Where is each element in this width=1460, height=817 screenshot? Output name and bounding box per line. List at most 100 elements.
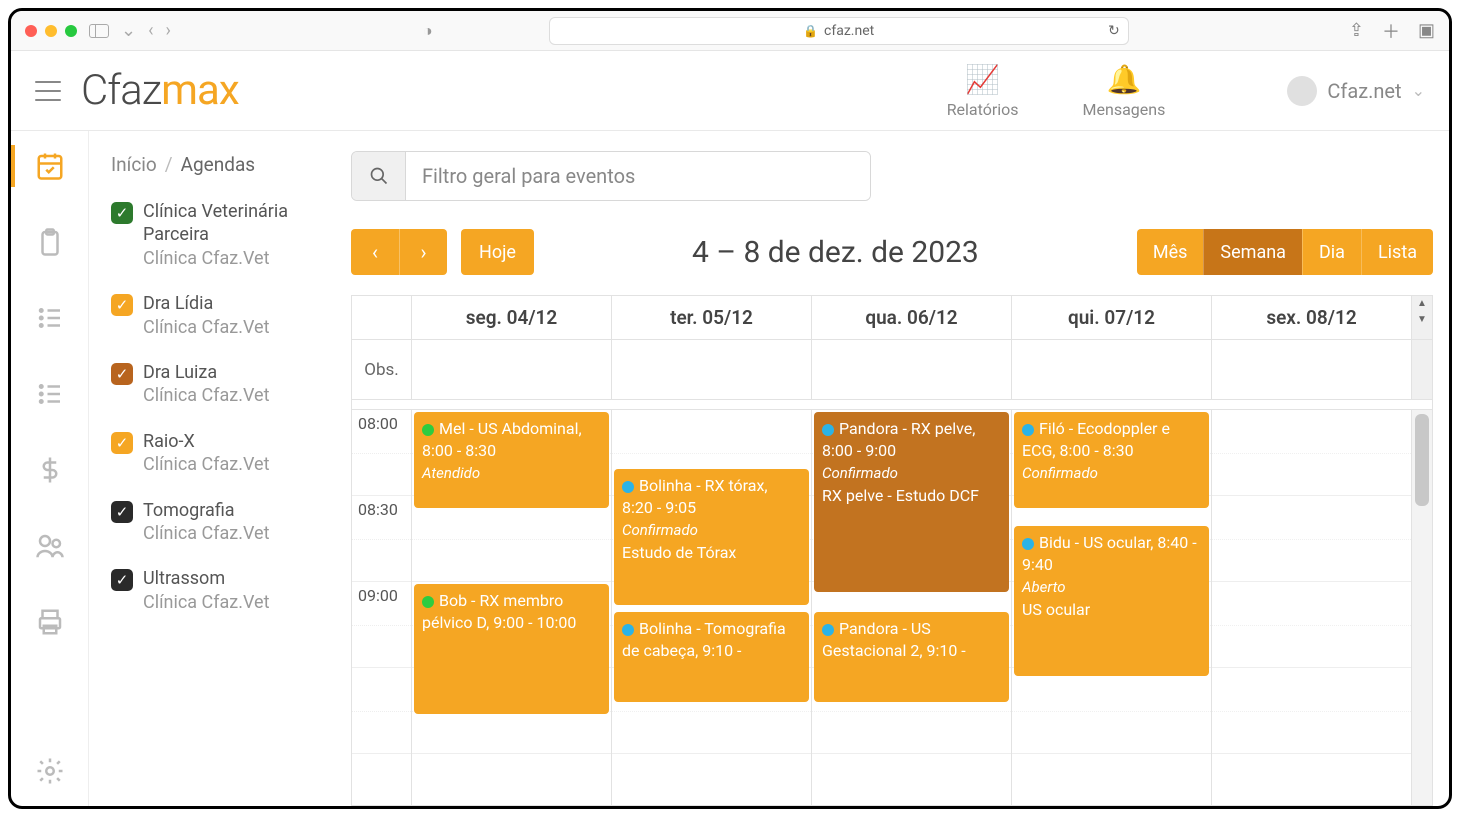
avatar (1287, 76, 1317, 106)
day-header: sex. 08/12 (1212, 296, 1412, 339)
scroll-up-icon[interactable]: ▲ (1412, 410, 1432, 412)
nav-forward-icon[interactable]: › (166, 20, 171, 41)
checkbox-icon[interactable]: ✓ (111, 363, 133, 385)
calendar-event[interactable]: Pandora - US Gestacional 2, 9:10 - (814, 612, 1009, 702)
view-list[interactable]: Lista (1361, 229, 1433, 275)
calendar-filter-item[interactable]: ✓ Dra Lídia Clínica Cfaz.Vet (111, 292, 311, 339)
rail-calendar[interactable] (33, 149, 67, 183)
rail-clipboard[interactable] (33, 225, 67, 259)
new-tab-icon[interactable]: ＋ (1382, 18, 1400, 44)
event-desc: RX pelve - Estudo DCF (822, 485, 1001, 507)
obs-cell[interactable] (1212, 340, 1412, 399)
calendar-name: Tomografia (143, 499, 270, 522)
obs-label: Obs. (352, 340, 412, 399)
header-messages[interactable]: 🔔 Mensagens (1083, 63, 1166, 119)
calendar-filter-item[interactable]: ✓ Clínica Veterinária Parceira Clínica C… (111, 200, 311, 270)
header-messages-label: Mensagens (1083, 100, 1166, 119)
time-label: 08:00 (352, 410, 411, 496)
obs-cell[interactable] (612, 340, 812, 399)
calendar-event[interactable]: Bolinha - Tomografia de cabeça, 9:10 - (614, 612, 809, 702)
checkbox-icon[interactable]: ✓ (111, 202, 133, 224)
event-title: Filó - Ecodoppler e ECG, 8:00 - 8:30 (1022, 419, 1170, 460)
sidebar-toggle-icon[interactable] (89, 24, 109, 38)
calendar-sub: Clínica Cfaz.Vet (143, 591, 270, 614)
calendar-filter-item[interactable]: ✓ Ultrassom Clínica Cfaz.Vet (111, 567, 311, 614)
event-desc: Estudo de Tórax (622, 542, 801, 564)
calendar-event[interactable]: Bolinha - RX tórax, 8:20 - 9:05Confirmad… (614, 469, 809, 605)
scrollbar-thumb[interactable] (1415, 414, 1429, 506)
day-header: qui. 07/12 (1012, 296, 1212, 339)
day-column-wed[interactable]: Pandora - RX pelve, 8:00 - 9:00Confirmad… (812, 410, 1012, 805)
breadcrumb-home[interactable]: Início (111, 153, 157, 176)
app-logo: Cfazmax (81, 66, 239, 115)
status-dot-icon (422, 596, 434, 608)
obs-cell[interactable] (812, 340, 1012, 399)
nav-back-icon[interactable]: ‹ (148, 20, 153, 41)
url-bar[interactable]: 🔒 cfaz.net ↻ (549, 17, 1129, 45)
gear-icon (35, 756, 65, 786)
privacy-shield-icon[interactable]: ◑ (423, 21, 433, 41)
calendar-event[interactable]: Pandora - RX pelve, 8:00 - 9:00Confirmad… (814, 412, 1009, 592)
checkbox-icon[interactable]: ✓ (111, 294, 133, 316)
calendar-event[interactable]: Filó - Ecodoppler e ECG, 8:00 - 8:30Conf… (1014, 412, 1209, 508)
checkbox-icon[interactable]: ✓ (111, 569, 133, 591)
grid-scrollbar[interactable]: ▲ (1412, 410, 1432, 805)
minimize-window-dot[interactable] (45, 25, 57, 37)
search-button[interactable] (352, 152, 406, 200)
rail-users[interactable] (33, 529, 67, 563)
scroll-up-icon[interactable]: ▲ (1412, 296, 1432, 312)
calendars-panel: Início / Agendas ✓ Clínica Veterinária P… (89, 131, 321, 806)
header-reports[interactable]: 📈 Relatórios (947, 63, 1019, 119)
today-button[interactable]: Hoje (461, 229, 534, 275)
calendar-sub: Clínica Cfaz.Vet (143, 316, 270, 339)
maximize-window-dot[interactable] (65, 25, 77, 37)
calendar-filter-item[interactable]: ✓ Raio-X Clínica Cfaz.Vet (111, 430, 311, 477)
event-title: Bob - RX membro pélvico D, 9:00 - 10:00 (422, 591, 576, 632)
calendar-sub: Clínica Cfaz.Vet (143, 522, 270, 545)
calendar-event[interactable]: Bob - RX membro pélvico D, 9:00 - 10:00 (414, 584, 609, 714)
tabs-icon[interactable]: ▣ (1418, 20, 1435, 41)
refresh-icon[interactable]: ↻ (1108, 23, 1120, 39)
rail-list-1[interactable] (33, 301, 67, 335)
hamburger-menu-icon[interactable] (35, 81, 61, 101)
calendar-filter-item[interactable]: ✓ Tomografia Clínica Cfaz.Vet (111, 499, 311, 546)
checkbox-icon[interactable]: ✓ (111, 432, 133, 454)
rail-print[interactable] (33, 605, 67, 639)
header-reports-label: Relatórios (947, 100, 1019, 119)
event-status: Atendido (422, 463, 601, 483)
calendar-name: Ultrassom (143, 567, 270, 590)
view-day[interactable]: Dia (1302, 229, 1361, 275)
scroll-down-icon[interactable]: ▼ (1412, 312, 1432, 328)
day-column-tue[interactable]: Bolinha - RX tórax, 8:20 - 9:05Confirmad… (612, 410, 812, 805)
view-week[interactable]: Semana (1203, 229, 1302, 275)
calendar-event[interactable]: Bidu - US ocular, 8:40 - 9:40AbertoUS oc… (1014, 526, 1209, 676)
rail-finance[interactable] (33, 453, 67, 487)
calendar-filter-item[interactable]: ✓ Dra Luiza Clínica Cfaz.Vet (111, 361, 311, 408)
calendar-event[interactable]: Mel - US Abdominal, 8:00 - 8:30Atendido (414, 412, 609, 508)
close-window-dot[interactable] (25, 25, 37, 37)
search-input[interactable] (406, 152, 870, 200)
url-text: cfaz.net (824, 23, 874, 39)
day-column-fri[interactable] (1212, 410, 1412, 805)
search-icon (369, 166, 389, 186)
prev-button[interactable]: ‹ (351, 229, 399, 275)
user-name: Cfaz.net (1327, 79, 1401, 103)
clipboard-icon (35, 227, 65, 257)
day-column-thu[interactable]: Filó - Ecodoppler e ECG, 8:00 - 8:30Conf… (1012, 410, 1212, 805)
event-desc: US ocular (1022, 599, 1201, 621)
obs-cell[interactable] (412, 340, 612, 399)
day-column-mon[interactable]: Mel - US Abdominal, 8:00 - 8:30Atendido B… (412, 410, 612, 805)
share-icon[interactable]: ⇪ (1349, 20, 1364, 41)
event-status: Confirmado (822, 463, 1001, 483)
calendar-check-icon (35, 151, 65, 181)
view-month[interactable]: Mês (1137, 229, 1204, 275)
chevron-down-icon[interactable]: ⌄ (121, 20, 136, 41)
next-button[interactable]: › (399, 229, 447, 275)
obs-cell[interactable] (1012, 340, 1212, 399)
view-switcher: Mês Semana Dia Lista (1137, 229, 1433, 275)
rail-list-2[interactable] (33, 377, 67, 411)
user-menu[interactable]: Cfaz.net ⌄ (1287, 76, 1425, 106)
checkbox-icon[interactable]: ✓ (111, 501, 133, 523)
rail-settings[interactable] (33, 754, 67, 788)
event-status: Aberto (1022, 577, 1201, 597)
